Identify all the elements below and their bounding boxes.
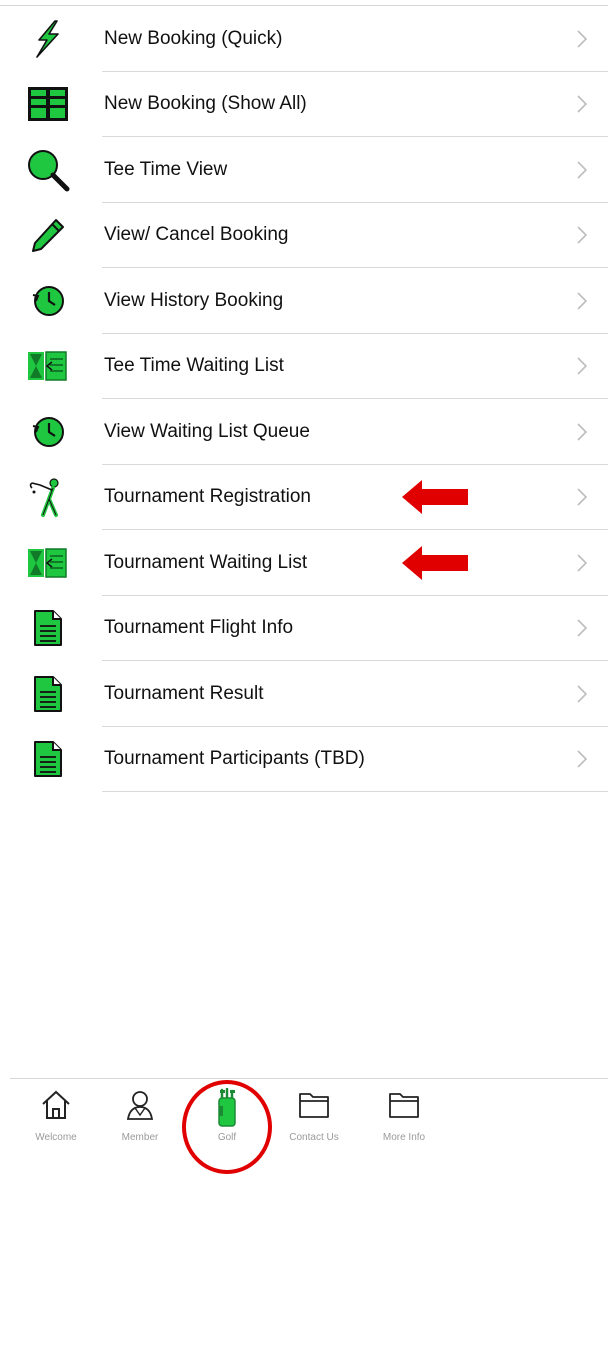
menu-item-tournament-flight-info[interactable]: Tournament Flight Info <box>0 596 608 662</box>
menu-item-label: Tournament Registration <box>104 486 311 508</box>
menu-item-label: View/ Cancel Booking <box>104 224 289 246</box>
document-icon <box>24 735 72 783</box>
chevron-right-icon <box>572 615 592 641</box>
chevron-right-icon <box>572 222 592 248</box>
menu-item-tournament-registration[interactable]: Tournament Registration <box>0 465 608 531</box>
menu-item-label: New Booking (Show All) <box>104 93 307 115</box>
golf-tab-annotation-circle <box>182 1080 272 1174</box>
menu-item-label: Tee Time Waiting List <box>104 355 284 377</box>
tab-more-info[interactable]: More Info <box>366 1088 442 1158</box>
menu-item-label: Tournament Flight Info <box>104 617 294 639</box>
home-icon <box>39 1088 73 1128</box>
chevron-right-icon <box>572 550 592 576</box>
folder-icon <box>297 1088 331 1128</box>
menu-item-new-booking-quick[interactable]: New Booking (Quick) <box>0 6 608 72</box>
menu-item-view-waiting-list-queue[interactable]: View Waiting List Queue <box>0 399 608 465</box>
tab-contact-us[interactable]: Contact Us <box>276 1088 352 1158</box>
person-icon <box>123 1088 157 1128</box>
menu-item-tee-time-waiting-list[interactable]: Tee Time Waiting List <box>0 334 608 400</box>
tab-welcome[interactable]: Welcome <box>18 1088 94 1158</box>
document-icon <box>24 670 72 718</box>
chevron-right-icon <box>572 484 592 510</box>
tab-label: Member <box>121 1132 159 1143</box>
tab-label: More Info <box>382 1132 426 1143</box>
menu-item-tournament-waiting-list[interactable]: Tournament Waiting List <box>0 530 608 596</box>
document-icon <box>24 604 72 652</box>
annotation-arrow-icon <box>402 480 468 515</box>
annotation-arrow-icon <box>402 545 468 580</box>
tab-label: Welcome <box>35 1132 77 1143</box>
menu-item-new-booking-show-all[interactable]: New Booking (Show All) <box>0 72 608 138</box>
menu-item-label: View Waiting List Queue <box>104 420 310 442</box>
menu-item-view-cancel-booking[interactable]: View/ Cancel Booking <box>0 203 608 269</box>
pencil-icon <box>24 211 72 259</box>
golf-menu-list: New Booking (Quick) New Booking (Show Al… <box>0 6 608 792</box>
menu-item-view-history-booking[interactable]: View History Booking <box>0 268 608 334</box>
chevron-right-icon <box>572 91 592 117</box>
tab-member[interactable]: Member <box>102 1088 178 1158</box>
lightning-bolt-icon <box>24 15 72 63</box>
chevron-right-icon <box>572 157 592 183</box>
chevron-right-icon <box>572 746 592 772</box>
menu-item-label: Tournament Participants (TBD) <box>104 748 365 770</box>
chevron-right-icon <box>572 26 592 52</box>
chevron-right-icon <box>572 288 592 314</box>
golfer-icon <box>24 473 72 521</box>
grid-icon <box>24 80 72 128</box>
tab-bar-divider <box>10 1078 608 1079</box>
menu-item-tournament-result[interactable]: Tournament Result <box>0 661 608 727</box>
chevron-right-icon <box>572 419 592 445</box>
menu-item-tournament-participants[interactable]: Tournament Participants (TBD) <box>0 727 608 793</box>
menu-item-tee-time-view[interactable]: Tee Time View <box>0 137 608 203</box>
tab-label: Contact Us <box>289 1132 339 1143</box>
menu-item-label: New Booking (Quick) <box>104 27 283 49</box>
waiting-list-icon <box>24 539 72 587</box>
menu-item-label: View History Booking <box>104 289 284 311</box>
chevron-right-icon <box>572 681 592 707</box>
magnifier-icon <box>24 146 72 194</box>
menu-item-label: Tee Time View <box>104 158 228 180</box>
history-clock-icon <box>24 277 72 325</box>
folder-icon <box>387 1088 421 1128</box>
chevron-right-icon <box>572 353 592 379</box>
bottom-tab-bar: Welcome Member Golf Contact Us More Info <box>0 1080 608 1170</box>
menu-item-label: Tournament Result <box>104 682 264 704</box>
waiting-list-icon <box>24 342 72 390</box>
history-clock-icon <box>24 408 72 456</box>
menu-item-label: Tournament Waiting List <box>104 551 308 573</box>
